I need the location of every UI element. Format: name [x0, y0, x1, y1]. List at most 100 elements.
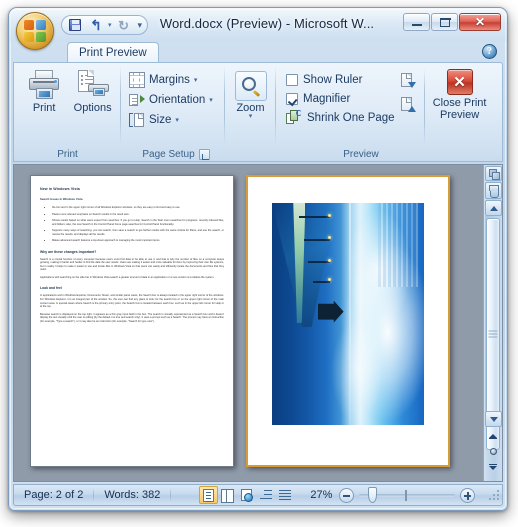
magnifier-checkbox[interactable]: Magnifier [284, 89, 395, 108]
doc-paragraph: Search is a crucial function of every co… [40, 257, 224, 272]
draft-view-icon [278, 489, 291, 501]
document-page-1[interactable]: New in Windows Vista Search Issues in Wi… [30, 175, 234, 467]
doc-title: New in Windows Vista [40, 187, 80, 191]
help-icon[interactable]: ? [482, 44, 497, 59]
word-print-preview-window: ↰ ▾ ↻ ▾ Word.docx (Preview) - Microsoft … [8, 7, 508, 511]
ribbon: Print Options Print Margins ▾ Orientatio… [13, 62, 503, 162]
window-controls: ✕ [403, 13, 501, 31]
group-label-zoom [225, 147, 276, 161]
outline-view-icon [259, 489, 272, 501]
show-ruler-checkbox[interactable]: Show Ruler [284, 70, 395, 89]
close-print-preview-button[interactable]: ✕ Close Print Preview [431, 67, 489, 121]
margins-caret: ▾ [193, 76, 198, 84]
office-button[interactable] [16, 12, 54, 50]
select-browse-object[interactable] [485, 444, 501, 459]
checkbox-box [286, 73, 298, 86]
page-2-photo [272, 203, 424, 425]
previous-page-icon[interactable] [399, 95, 416, 114]
group-label-preview: Preview [343, 148, 379, 160]
print-layout-view[interactable] [199, 486, 219, 504]
orientation-button[interactable]: Orientation ▾ [127, 90, 217, 109]
doc-subtitle: Search Issues in Windows Vista [40, 197, 83, 201]
zoom-slider-track[interactable] [359, 486, 456, 503]
inner-separator [423, 69, 425, 145]
ribbon-group-print: Print Options Print [14, 63, 121, 161]
desktop-background: ↰ ▾ ↻ ▾ Word.docx (Preview) - Microsoft … [0, 0, 518, 527]
tab-label: Print Preview [79, 46, 147, 59]
previous-page-arrow[interactable] [485, 428, 501, 443]
doc-paragraph: Because search is displayed on the top r… [40, 312, 224, 324]
zoom-slider-thumb[interactable] [368, 486, 378, 503]
zoom-level[interactable]: 27% [302, 489, 332, 501]
zoom-button[interactable]: Zoom ▾ [230, 69, 271, 120]
margins-button[interactable]: Margins ▾ [127, 70, 217, 89]
group-label-page-setup: Page Setup [121, 147, 225, 161]
doc-paragraph: In applications and in Windows Explorer,… [40, 294, 224, 309]
outline-view[interactable] [256, 486, 275, 504]
ribbon-group-preview: Show Ruler Magnifier Shrink One Page ✕ C… [276, 63, 502, 161]
next-page-arrow[interactable] [485, 460, 501, 475]
zoom-slider[interactable] [339, 486, 476, 503]
pages-area[interactable]: New in Windows Vista Search Issues in Wi… [14, 165, 483, 481]
scrollbar-track[interactable] [485, 216, 501, 450]
view-buttons [199, 486, 294, 504]
tab-print-preview[interactable]: Print Preview [67, 42, 159, 62]
scroll-down-arrow[interactable] [485, 411, 502, 427]
hand-pan-icon[interactable] [485, 182, 502, 199]
print-button[interactable]: Print [23, 67, 65, 114]
zoom-out-button[interactable] [339, 487, 355, 503]
close-button[interactable]: ✕ [459, 13, 501, 31]
web-layout-icon [241, 489, 254, 502]
web-layout-view[interactable] [237, 486, 256, 504]
full-screen-reading-view[interactable] [218, 486, 237, 504]
reading-view-icon [221, 489, 235, 503]
title-bar: ↰ ▾ ↻ ▾ Word.docx (Preview) - Microsoft … [9, 8, 507, 50]
ribbon-tab-strip: Print Preview ? [9, 42, 507, 62]
page-setup-dialog-launcher[interactable] [198, 148, 210, 160]
minimize-button[interactable] [403, 13, 430, 31]
size-caret: ▾ [175, 116, 179, 124]
shrink-one-page-button[interactable]: Shrink One Page [284, 108, 395, 127]
margins-icon [129, 71, 145, 88]
word-count[interactable]: Words: 382 [94, 485, 170, 505]
group-label-print: Print [57, 148, 78, 160]
scroll-up-arrow[interactable] [485, 200, 502, 216]
page-indicator[interactable]: Page: 2 of 2 [14, 485, 93, 505]
print-options-label: Options [73, 102, 112, 114]
doc-heading-3: Look and feel [40, 286, 62, 291]
list-item: Shows results based on what users expect… [52, 219, 224, 226]
split-view-icon[interactable] [485, 166, 502, 181]
print-options-icon [76, 70, 110, 100]
office-logo-icon [24, 20, 48, 44]
print-layout-icon [203, 488, 215, 502]
ribbon-group-zoom: Zoom ▾ [225, 63, 276, 161]
vertical-scrollbar[interactable] [483, 165, 502, 481]
orientation-caret: ▾ [209, 96, 213, 104]
document-page-2[interactable] [246, 175, 450, 467]
list-item: Makes advanced search features a top-dow… [52, 239, 224, 243]
page-size-icon [129, 112, 145, 128]
list-item: Supports many ways of searching: you can… [52, 229, 224, 236]
checkbox-box-checked [286, 92, 298, 105]
maximize-button[interactable] [431, 13, 458, 31]
divider [170, 488, 172, 502]
lighthouse-pier-photo [272, 203, 424, 425]
ribbon-group-page-setup: Margins ▾ Orientation ▾ Size ▾ Page Setu… [121, 63, 225, 161]
doc-bullet-list: the box and in the upper right corner of… [40, 206, 224, 243]
zoom-in-button[interactable] [460, 487, 476, 503]
doc-paragraph: Applications with searching on the side … [40, 275, 215, 279]
printer-icon [28, 70, 60, 100]
resize-grip[interactable] [488, 489, 499, 501]
next-page-icon[interactable] [399, 71, 416, 90]
magnifier-icon [234, 71, 267, 101]
page-1-content: New in Windows Vista Search Issues in Wi… [40, 187, 224, 457]
list-item: Places more relevant emphasis on Search … [52, 213, 224, 217]
print-button-label: Print [32, 102, 56, 114]
print-options-button[interactable]: Options [69, 67, 116, 114]
status-bar: Page: 2 of 2 Words: 382 27% [13, 484, 503, 506]
draft-view[interactable] [275, 486, 294, 504]
zoom-caret: ▾ [248, 113, 253, 120]
orientation-icon [129, 92, 145, 108]
preview-canvas[interactable]: New in Windows Vista Search Issues in Wi… [13, 164, 503, 482]
size-button[interactable]: Size ▾ [127, 110, 217, 129]
